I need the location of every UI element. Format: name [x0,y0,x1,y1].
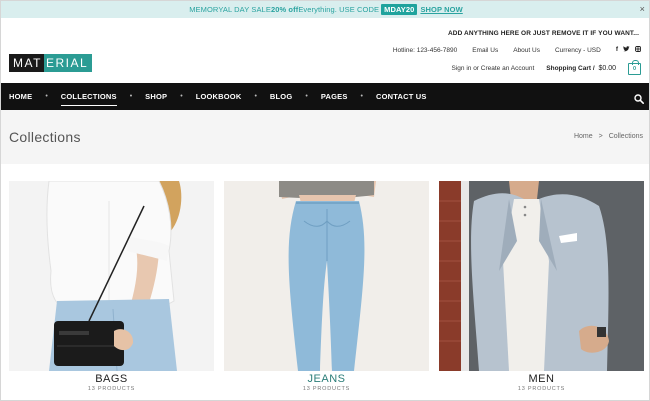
promo-code: MDAY20 [381,4,418,15]
header-account-row: Sign in or Create an Account Shopping Ca… [452,60,641,75]
close-icon[interactable]: × [640,4,645,14]
nav-separator: • [305,93,308,100]
nav-separator: • [129,93,133,100]
facebook-icon[interactable]: f [616,46,618,54]
collection-card-jeans[interactable]: JEANS 13 PRODUCTS [224,181,429,400]
nav-separator: • [45,93,48,100]
collection-caption-jeans: JEANS 13 PRODUCTS [224,371,429,400]
page-title: Collections [9,129,81,145]
about-us-link[interactable]: About Us [513,47,540,54]
shopping-cart-link[interactable]: Shopping Cart / $0.00 [546,65,616,72]
currency-selector[interactable]: Currency - USD [555,47,601,54]
hotline-text: Hotline: 123-456-7890 [392,46,458,54]
header-info-row: Hotline: 123-456-7890 Email Us About Us … [393,46,641,54]
page: MEMORYAL DAY SALE 20% off Everything. US… [0,0,650,401]
breadcrumb-current: Collections [608,133,643,140]
cart-count: 0 [632,66,637,72]
collection-caption-bags: BAGS 13 PRODUCTS [9,371,214,400]
nav-item-shop[interactable]: SHOP [145,83,167,110]
breadcrumb: Home > Collections [574,133,643,140]
promo-text-prefix: MEMORYAL DAY SALE [189,5,271,14]
shop-now-link[interactable]: SHOP NOW [420,5,462,14]
breadcrumb-home[interactable]: Home [574,133,593,140]
collection-caption-men: MEN 13 PRODUCTS [439,371,644,400]
collection-name[interactable]: MEN [439,373,644,385]
nav-item-pages[interactable]: PAGES [321,83,348,110]
main-nav: HOME • COLLECTIONS • SHOP • LOOKBOOK • B… [1,83,649,110]
shopping-bag-icon[interactable]: 0 [628,60,641,75]
twitter-icon[interactable] [623,46,630,54]
collection-image-men[interactable] [439,181,644,371]
instagram-icon[interactable] [635,46,641,54]
collection-count: 13 PRODUCTS [517,386,566,392]
nav-item-lookbook[interactable]: LOOKBOOK [196,83,242,110]
promo-text-mid: Everything. USE CODE [298,5,380,14]
nav-item-blog[interactable]: BLOG [270,83,292,110]
collection-image-bags[interactable] [9,181,214,371]
logo[interactable]: MAT ERIAL [9,54,93,72]
nav-item-collections[interactable]: COLLECTIONS [60,83,117,110]
header-tagline: ADD ANYTHING HERE OR JUST REMOVE IT IF Y… [448,30,639,37]
email-us-link[interactable]: Email Us [472,47,498,54]
promo-bar: MEMORYAL DAY SALE 20% off Everything. US… [1,1,649,18]
collection-card-men[interactable]: MEN 13 PRODUCTS [439,181,644,400]
collection-count: 13 PRODUCTS [87,386,136,392]
nav-item-home[interactable]: HOME [9,83,32,110]
nav-item-contact[interactable]: CONTACT US [376,83,427,110]
collection-count: 13 PRODUCTS [302,386,351,392]
logo-part-1: MAT [9,54,44,72]
logo-part-2: ERIAL [43,54,93,72]
sign-in-link[interactable]: Sign in or Create an Account [452,65,535,72]
collection-name[interactable]: JEANS [224,373,429,385]
nav-separator: • [180,93,183,100]
nav-separator: • [360,93,363,100]
nav-separator: • [254,93,257,100]
cart-amount: $0.00 [598,64,616,72]
collection-card-bags[interactable]: BAGS 13 PRODUCTS [9,181,214,400]
promo-highlight: 20% off [270,5,299,14]
collection-name[interactable]: BAGS [9,373,214,385]
chevron-right-icon: > [598,133,603,140]
social-links: f [616,46,641,54]
collection-image-jeans[interactable] [224,181,429,371]
search-icon[interactable] [634,91,644,104]
page-title-band: Collections Home > Collections [1,110,649,164]
cart-label: Shopping Cart / [546,64,595,72]
